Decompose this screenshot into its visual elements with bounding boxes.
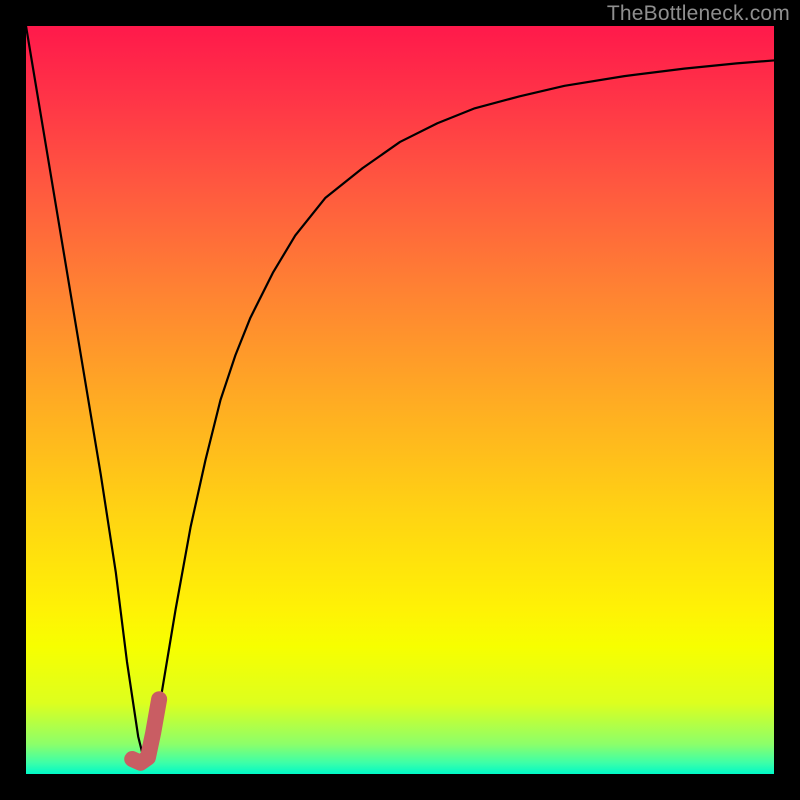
chart-frame: TheBottleneck.com <box>0 0 800 800</box>
curve-layer <box>26 26 774 774</box>
plot-area <box>26 26 774 774</box>
watermark-text: TheBottleneck.com <box>607 2 790 26</box>
bottleneck-curve <box>26 26 774 767</box>
